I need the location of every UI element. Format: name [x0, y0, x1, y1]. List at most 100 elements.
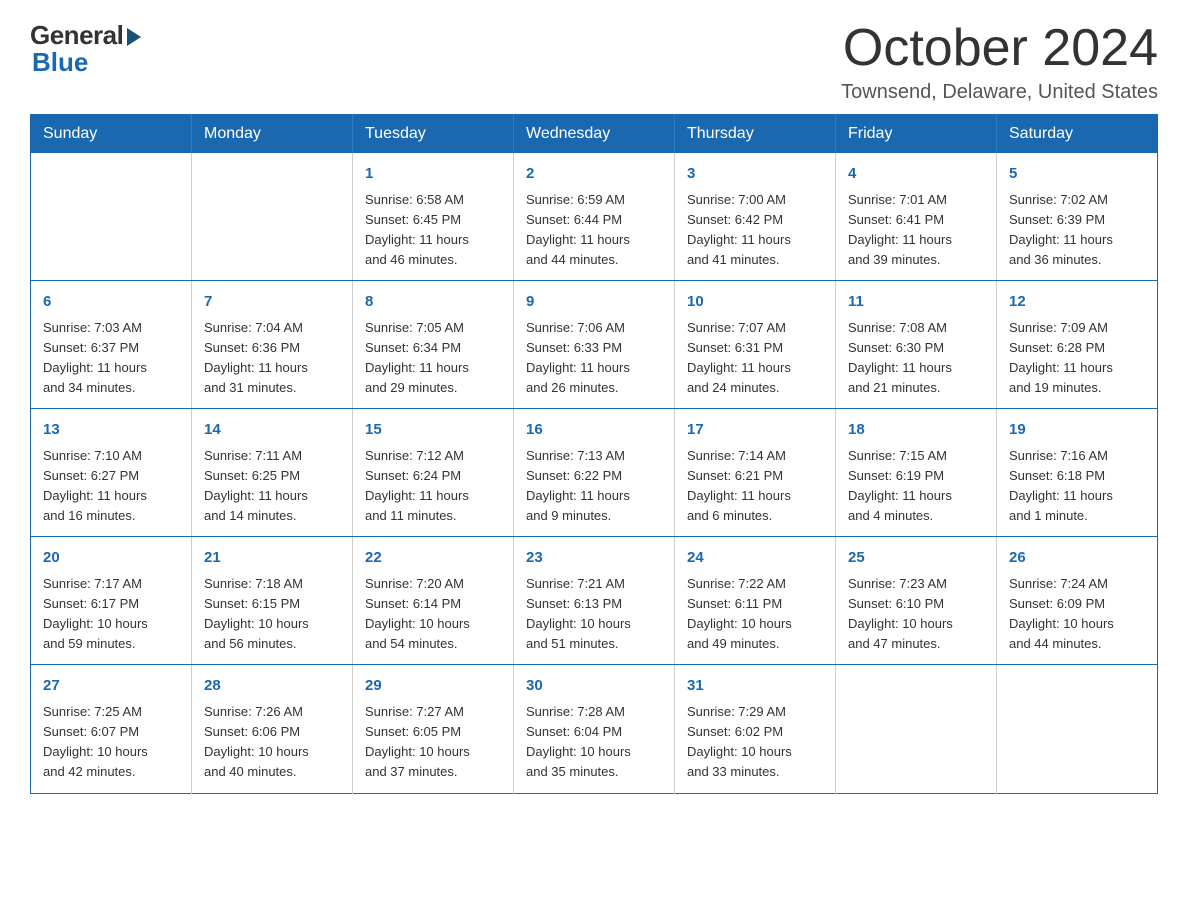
day-info: Sunrise: 7:11 AM Sunset: 6:25 PM Dayligh…	[204, 446, 340, 527]
calendar-day-31: 31 Sunrise: 7:29 AM Sunset: 6:02 PM Dayli…	[675, 665, 836, 793]
day-info: Sunrise: 7:07 AM Sunset: 6:31 PM Dayligh…	[687, 318, 823, 399]
day-number: 16	[526, 419, 662, 442]
day-number: 30	[526, 675, 662, 698]
day-info: Sunrise: 7:00 AM Sunset: 6:42 PM Dayligh…	[687, 190, 823, 271]
day-info: Sunrise: 7:13 AM Sunset: 6:22 PM Dayligh…	[526, 446, 662, 527]
day-info: Sunrise: 7:18 AM Sunset: 6:15 PM Dayligh…	[204, 574, 340, 655]
day-number: 28	[204, 675, 340, 698]
calendar-day-23: 23 Sunrise: 7:21 AM Sunset: 6:13 PM Dayli…	[514, 537, 675, 665]
weekday-header-saturday: Saturday	[997, 115, 1158, 154]
day-number: 19	[1009, 419, 1145, 442]
day-number: 6	[43, 291, 179, 314]
day-number: 24	[687, 547, 823, 570]
day-info: Sunrise: 7:22 AM Sunset: 6:11 PM Dayligh…	[687, 574, 823, 655]
calendar-day-10: 10 Sunrise: 7:07 AM Sunset: 6:31 PM Dayli…	[675, 281, 836, 409]
calendar-day-4: 4 Sunrise: 7:01 AM Sunset: 6:41 PM Daylig…	[836, 153, 997, 281]
calendar-day-6: 6Sunrise: 7:03 AM Sunset: 6:37 PM Daylig…	[31, 281, 192, 409]
calendar-week-row: 27Sunrise: 7:25 AM Sunset: 6:07 PM Dayli…	[31, 665, 1158, 793]
calendar-day-28: 28 Sunrise: 7:26 AM Sunset: 6:06 PM Dayli…	[192, 665, 353, 793]
day-number: 1	[365, 163, 501, 186]
calendar-empty-cell	[836, 665, 997, 793]
calendar-day-1: 1 Sunrise: 6:58 AM Sunset: 6:45 PM Daylig…	[353, 153, 514, 281]
calendar-day-3: 3Sunrise: 7:00 AM Sunset: 6:42 PM Daylig…	[675, 153, 836, 281]
day-info: Sunrise: 7:24 AM Sunset: 6:09 PM Dayligh…	[1009, 574, 1145, 655]
day-info: Sunrise: 7:08 AM Sunset: 6:30 PM Dayligh…	[848, 318, 984, 399]
calendar-day-18: 18 Sunrise: 7:15 AM Sunset: 6:19 PM Dayli…	[836, 409, 997, 537]
calendar-day-13: 13Sunrise: 7:10 AM Sunset: 6:27 PM Dayli…	[31, 409, 192, 537]
day-number: 4	[848, 163, 984, 186]
day-number: 18	[848, 419, 984, 442]
calendar-empty-cell	[31, 153, 192, 281]
calendar-week-row: 1 Sunrise: 6:58 AM Sunset: 6:45 PM Daylig…	[31, 153, 1158, 281]
logo-arrow-icon	[127, 28, 141, 46]
weekday-header-monday: Monday	[192, 115, 353, 154]
month-title: October 2024	[841, 20, 1158, 77]
calendar-day-7: 7Sunrise: 7:04 AM Sunset: 6:36 PM Daylig…	[192, 281, 353, 409]
calendar-day-26: 26 Sunrise: 7:24 AM Sunset: 6:09 PM Dayli…	[997, 537, 1158, 665]
calendar-day-29: 29 Sunrise: 7:27 AM Sunset: 6:05 PM Dayli…	[353, 665, 514, 793]
day-info: Sunrise: 7:20 AM Sunset: 6:14 PM Dayligh…	[365, 574, 501, 655]
calendar-day-20: 20 Sunrise: 7:17 AM Sunset: 6:17 PM Dayli…	[31, 537, 192, 665]
calendar-day-2: 2 Sunrise: 6:59 AM Sunset: 6:44 PM Daylig…	[514, 153, 675, 281]
calendar-day-14: 14 Sunrise: 7:11 AM Sunset: 6:25 PM Dayli…	[192, 409, 353, 537]
calendar-day-24: 24 Sunrise: 7:22 AM Sunset: 6:11 PM Dayli…	[675, 537, 836, 665]
day-info: Sunrise: 7:27 AM Sunset: 6:05 PM Dayligh…	[365, 702, 501, 783]
day-info: Sunrise: 7:26 AM Sunset: 6:06 PM Dayligh…	[204, 702, 340, 783]
day-number: 14	[204, 419, 340, 442]
day-info: Sunrise: 7:16 AM Sunset: 6:18 PM Dayligh…	[1009, 446, 1145, 527]
calendar-day-22: 22 Sunrise: 7:20 AM Sunset: 6:14 PM Dayli…	[353, 537, 514, 665]
day-number: 25	[848, 547, 984, 570]
day-info: Sunrise: 7:01 AM Sunset: 6:41 PM Dayligh…	[848, 190, 984, 271]
day-number: 21	[204, 547, 340, 570]
location-subtitle: Townsend, Delaware, United States	[841, 81, 1158, 104]
calendar-day-9: 9Sunrise: 7:06 AM Sunset: 6:33 PM Daylig…	[514, 281, 675, 409]
page-header: General Blue October 2024 Townsend, Dela…	[30, 20, 1158, 104]
day-number: 15	[365, 419, 501, 442]
calendar-week-row: 20 Sunrise: 7:17 AM Sunset: 6:17 PM Dayli…	[31, 537, 1158, 665]
calendar-day-25: 25 Sunrise: 7:23 AM Sunset: 6:10 PM Dayli…	[836, 537, 997, 665]
day-info: Sunrise: 6:59 AM Sunset: 6:44 PM Dayligh…	[526, 190, 662, 271]
day-info: Sunrise: 7:23 AM Sunset: 6:10 PM Dayligh…	[848, 574, 984, 655]
day-number: 8	[365, 291, 501, 314]
calendar-day-15: 15Sunrise: 7:12 AM Sunset: 6:24 PM Dayli…	[353, 409, 514, 537]
calendar-empty-cell	[997, 665, 1158, 793]
day-number: 26	[1009, 547, 1145, 570]
day-info: Sunrise: 7:06 AM Sunset: 6:33 PM Dayligh…	[526, 318, 662, 399]
day-number: 22	[365, 547, 501, 570]
day-number: 27	[43, 675, 179, 698]
calendar-table: SundayMondayTuesdayWednesdayThursdayFrid…	[30, 114, 1158, 793]
day-number: 12	[1009, 291, 1145, 314]
day-number: 2	[526, 163, 662, 186]
day-number: 17	[687, 419, 823, 442]
day-number: 23	[526, 547, 662, 570]
calendar-day-11: 11Sunrise: 7:08 AM Sunset: 6:30 PM Dayli…	[836, 281, 997, 409]
day-info: Sunrise: 7:17 AM Sunset: 6:17 PM Dayligh…	[43, 574, 179, 655]
calendar-empty-cell	[192, 153, 353, 281]
weekday-header-tuesday: Tuesday	[353, 115, 514, 154]
day-info: Sunrise: 7:15 AM Sunset: 6:19 PM Dayligh…	[848, 446, 984, 527]
logo: General Blue	[30, 20, 141, 78]
calendar-header-row: SundayMondayTuesdayWednesdayThursdayFrid…	[31, 115, 1158, 154]
day-number: 20	[43, 547, 179, 570]
weekday-header-friday: Friday	[836, 115, 997, 154]
day-info: Sunrise: 7:29 AM Sunset: 6:02 PM Dayligh…	[687, 702, 823, 783]
day-number: 10	[687, 291, 823, 314]
calendar-day-17: 17 Sunrise: 7:14 AM Sunset: 6:21 PM Dayli…	[675, 409, 836, 537]
weekday-header-sunday: Sunday	[31, 115, 192, 154]
calendar-day-30: 30 Sunrise: 7:28 AM Sunset: 6:04 PM Dayli…	[514, 665, 675, 793]
calendar-day-19: 19 Sunrise: 7:16 AM Sunset: 6:18 PM Dayli…	[997, 409, 1158, 537]
day-info: Sunrise: 7:02 AM Sunset: 6:39 PM Dayligh…	[1009, 190, 1145, 271]
day-number: 7	[204, 291, 340, 314]
day-info: Sunrise: 7:14 AM Sunset: 6:21 PM Dayligh…	[687, 446, 823, 527]
day-info: Sunrise: 7:28 AM Sunset: 6:04 PM Dayligh…	[526, 702, 662, 783]
calendar-day-5: 5 Sunrise: 7:02 AM Sunset: 6:39 PM Daylig…	[997, 153, 1158, 281]
calendar-day-16: 16 Sunrise: 7:13 AM Sunset: 6:22 PM Dayli…	[514, 409, 675, 537]
day-info: Sunrise: 7:10 AM Sunset: 6:27 PM Dayligh…	[43, 446, 179, 527]
day-info: Sunrise: 6:58 AM Sunset: 6:45 PM Dayligh…	[365, 190, 501, 271]
day-info: Sunrise: 7:05 AM Sunset: 6:34 PM Dayligh…	[365, 318, 501, 399]
day-number: 5	[1009, 163, 1145, 186]
day-number: 31	[687, 675, 823, 698]
calendar-day-8: 8 Sunrise: 7:05 AM Sunset: 6:34 PM Daylig…	[353, 281, 514, 409]
day-number: 29	[365, 675, 501, 698]
day-info: Sunrise: 7:21 AM Sunset: 6:13 PM Dayligh…	[526, 574, 662, 655]
